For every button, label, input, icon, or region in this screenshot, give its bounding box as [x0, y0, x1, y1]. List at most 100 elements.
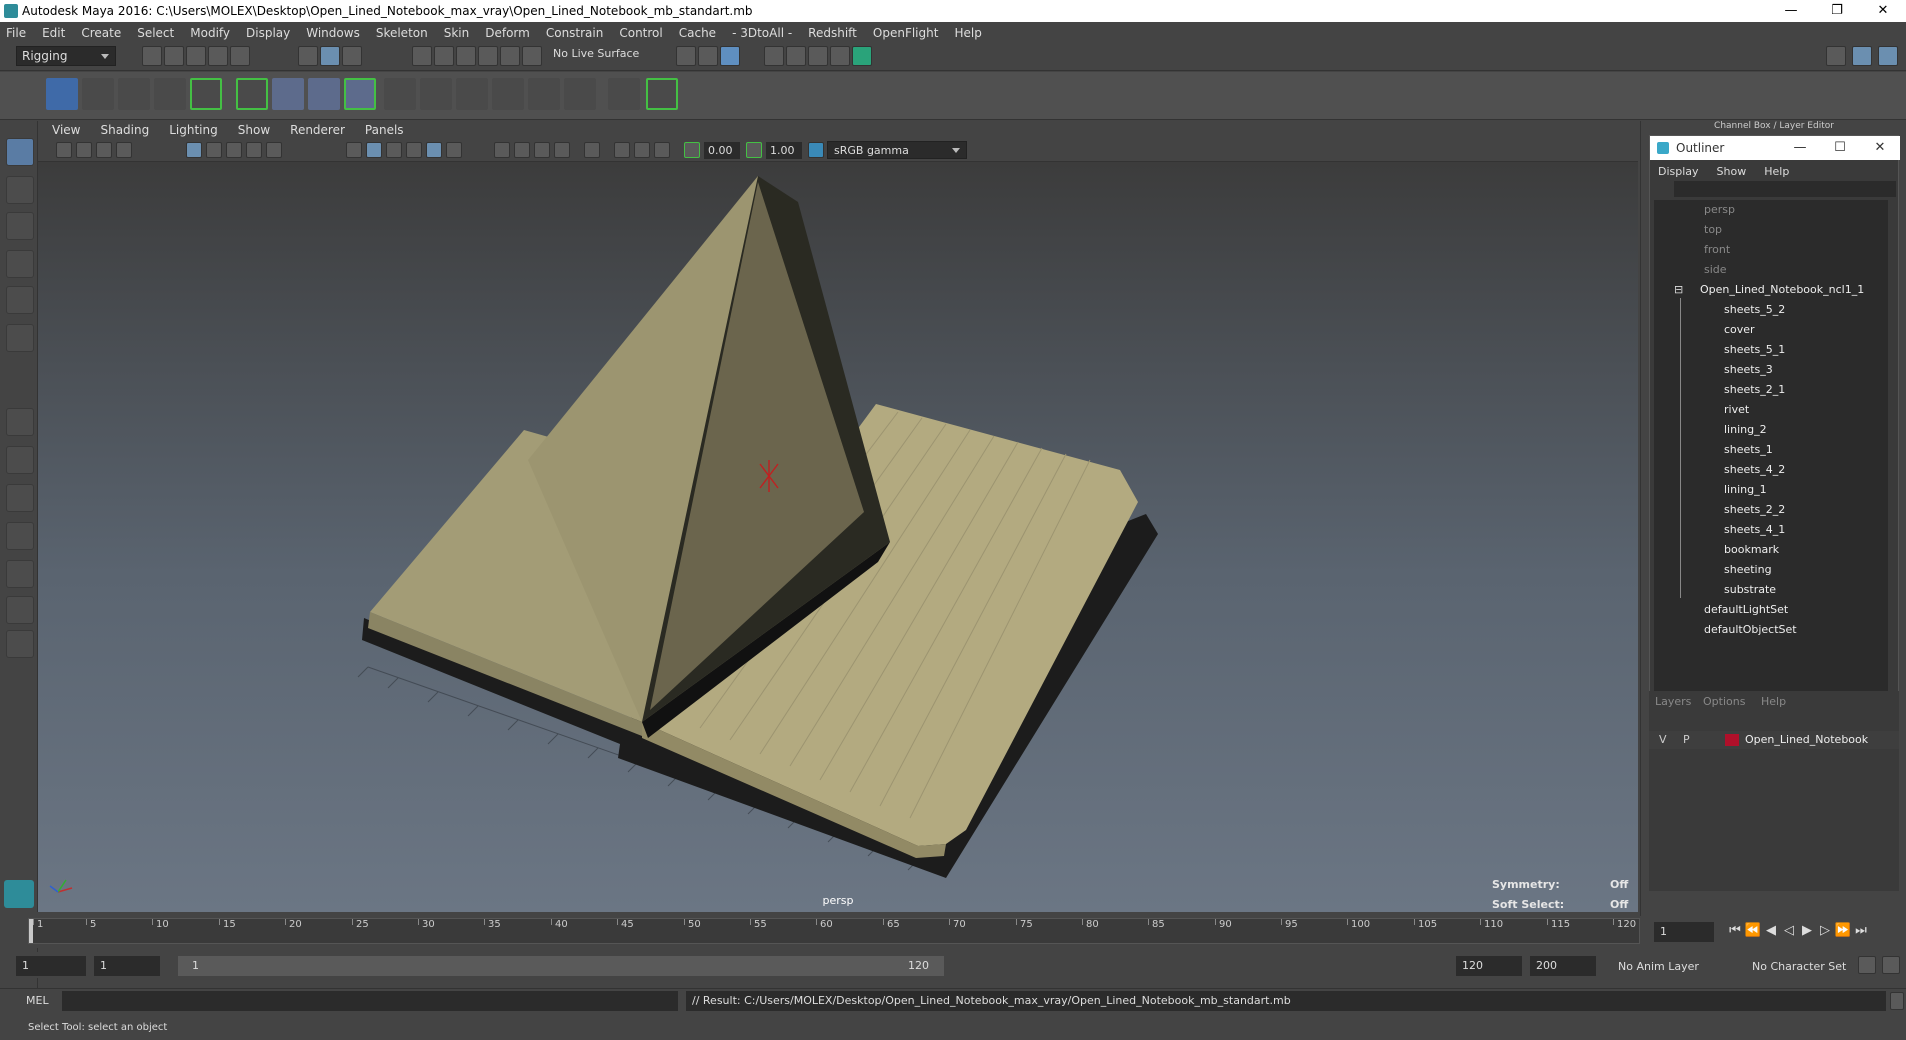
- gamma-icon[interactable]: [746, 142, 762, 158]
- custom-layout-icon[interactable]: [6, 630, 34, 658]
- camera-attributes-icon[interactable]: [76, 142, 92, 158]
- script-language-toggle[interactable]: MEL: [26, 994, 49, 1007]
- outliner-maximize-button[interactable]: ☐: [1820, 136, 1860, 160]
- ik-handle-icon[interactable]: [82, 78, 114, 110]
- menu-select[interactable]: Select: [137, 26, 174, 40]
- outliner-item[interactable]: sheets_2_1: [1724, 380, 1785, 400]
- lasso-tool-icon[interactable]: [6, 176, 34, 204]
- mode-selector[interactable]: Rigging: [16, 46, 116, 66]
- panel-menu-view[interactable]: View: [52, 123, 80, 137]
- outliner-item[interactable]: sheets_1: [1724, 440, 1773, 460]
- outliner-item-persp[interactable]: persp: [1704, 200, 1735, 220]
- snap-view-icon[interactable]: [478, 46, 498, 66]
- locator-icon[interactable]: [608, 78, 640, 110]
- undo-icon[interactable]: [208, 46, 228, 66]
- ipr-render-icon[interactable]: [786, 46, 806, 66]
- outliner-item[interactable]: sheets_4_2: [1724, 460, 1785, 480]
- menu-help[interactable]: Help: [954, 26, 981, 40]
- default-lighting-icon[interactable]: [386, 142, 402, 158]
- motion-blur-icon[interactable]: [514, 142, 530, 158]
- menu-3dtoall[interactable]: - 3DtoAll -: [732, 26, 792, 40]
- anti-aliasing-icon[interactable]: [534, 142, 550, 158]
- smooth-shade-icon[interactable]: [366, 142, 382, 158]
- outliner-item[interactable]: lining_1: [1724, 480, 1767, 500]
- xray-joints-icon[interactable]: [634, 142, 650, 158]
- film-gate-icon[interactable]: [206, 142, 222, 158]
- pole-vector-icon[interactable]: [564, 78, 596, 110]
- menu-constrain[interactable]: Constrain: [546, 26, 604, 40]
- hypershade-icon[interactable]: [830, 46, 850, 66]
- step-forward-key-button[interactable]: ⏩: [1834, 922, 1852, 940]
- select-hierarchy-icon[interactable]: [298, 46, 318, 66]
- bind-skin-icon[interactable]: [236, 78, 268, 110]
- new-scene-icon[interactable]: [142, 46, 162, 66]
- playback-end-field[interactable]: 120: [1456, 956, 1522, 976]
- layers-menu-layers[interactable]: Layers: [1655, 695, 1691, 708]
- camera-select-icon[interactable]: [56, 142, 72, 158]
- color-management-icon[interactable]: [808, 142, 824, 158]
- xray-components-icon[interactable]: [654, 142, 670, 158]
- four-view-layout-icon[interactable]: [6, 446, 34, 474]
- viewport-persp[interactable]: persp Symmetry: Off Soft Select: Off: [38, 162, 1638, 912]
- snap-vertex-icon[interactable]: [522, 46, 542, 66]
- redo-icon[interactable]: [230, 46, 250, 66]
- smooth-bind-icon[interactable]: [272, 78, 304, 110]
- menu-create[interactable]: Create: [81, 26, 121, 40]
- menu-redshift[interactable]: Redshift: [808, 26, 857, 40]
- isolate-select-icon[interactable]: [584, 142, 600, 158]
- exposure-icon[interactable]: [684, 142, 700, 158]
- cluster-handle-icon[interactable]: [646, 78, 678, 110]
- field-chart-icon[interactable]: [266, 142, 282, 158]
- outliner-item[interactable]: sheets_3: [1724, 360, 1773, 380]
- menu-windows[interactable]: Windows: [306, 26, 360, 40]
- live-surface-label[interactable]: No Live Surface: [553, 47, 639, 60]
- attribute-editor-toggle-icon[interactable]: [1878, 46, 1898, 66]
- xray-icon[interactable]: [614, 142, 630, 158]
- menu-modify[interactable]: Modify: [190, 26, 230, 40]
- ambient-occlusion-icon[interactable]: [494, 142, 510, 158]
- render-frame-icon[interactable]: [764, 46, 784, 66]
- outliner-item-group[interactable]: Open_Lined_Notebook_ncl1_1: [1700, 280, 1864, 300]
- layer-color-swatch[interactable]: [1725, 734, 1739, 746]
- mirror-joint-icon[interactable]: [154, 78, 186, 110]
- close-button[interactable]: ✕: [1860, 0, 1906, 22]
- point-constraint-icon[interactable]: [384, 78, 416, 110]
- outliner-menu-show[interactable]: Show: [1717, 165, 1747, 178]
- outliner-item[interactable]: cover: [1724, 320, 1755, 340]
- panel-menu-panels[interactable]: Panels: [365, 123, 404, 137]
- menu-display[interactable]: Display: [246, 26, 290, 40]
- collapse-icon[interactable]: ⊟: [1674, 280, 1683, 300]
- panel-menu-lighting[interactable]: Lighting: [169, 123, 218, 137]
- start-time-field[interactable]: 1: [16, 956, 86, 976]
- resolution-gate-icon[interactable]: [226, 142, 242, 158]
- aim-constraint-icon[interactable]: [420, 78, 452, 110]
- lattice-icon[interactable]: [308, 78, 340, 110]
- outliner-item[interactable]: sheets_5_1: [1724, 340, 1785, 360]
- joint-tool-icon[interactable]: [46, 78, 78, 110]
- outliner-item[interactable]: sheets_4_1: [1724, 520, 1785, 540]
- outliner-search-input[interactable]: [1674, 181, 1896, 197]
- menu-deform[interactable]: Deform: [485, 26, 530, 40]
- playback-start-field[interactable]: 1: [94, 956, 160, 976]
- bookmark-icon[interactable]: [96, 142, 112, 158]
- layers-menu-options[interactable]: Options: [1703, 695, 1745, 708]
- outliner-item[interactable]: rivet: [1724, 400, 1749, 420]
- orient-constraint-icon[interactable]: [456, 78, 488, 110]
- input-output-icon[interactable]: [676, 46, 696, 66]
- select-object-icon[interactable]: [320, 46, 340, 66]
- grid-toggle-icon[interactable]: [186, 142, 202, 158]
- graph-layout-icon[interactable]: [6, 560, 34, 588]
- outliner-list[interactable]: persp top front side ⊟ Open_Lined_Notebo…: [1654, 200, 1888, 700]
- range-slider-bar[interactable]: 1 120: [178, 956, 944, 976]
- step-back-key-button[interactable]: ⏪: [1744, 922, 1762, 940]
- construction-history-icon[interactable]: [698, 46, 718, 66]
- layer-visibility-toggle[interactable]: V: [1659, 733, 1667, 746]
- script-editor-icon[interactable]: [1890, 992, 1904, 1010]
- menu-skeleton[interactable]: Skeleton: [376, 26, 428, 40]
- menu-cache[interactable]: Cache: [679, 26, 716, 40]
- outliner-item-front[interactable]: front: [1704, 240, 1730, 260]
- current-frame-field[interactable]: 1: [1654, 922, 1714, 942]
- panel-menu-shading[interactable]: Shading: [100, 123, 149, 137]
- open-scene-icon[interactable]: [164, 46, 184, 66]
- restore-button[interactable]: ❐: [1814, 0, 1860, 22]
